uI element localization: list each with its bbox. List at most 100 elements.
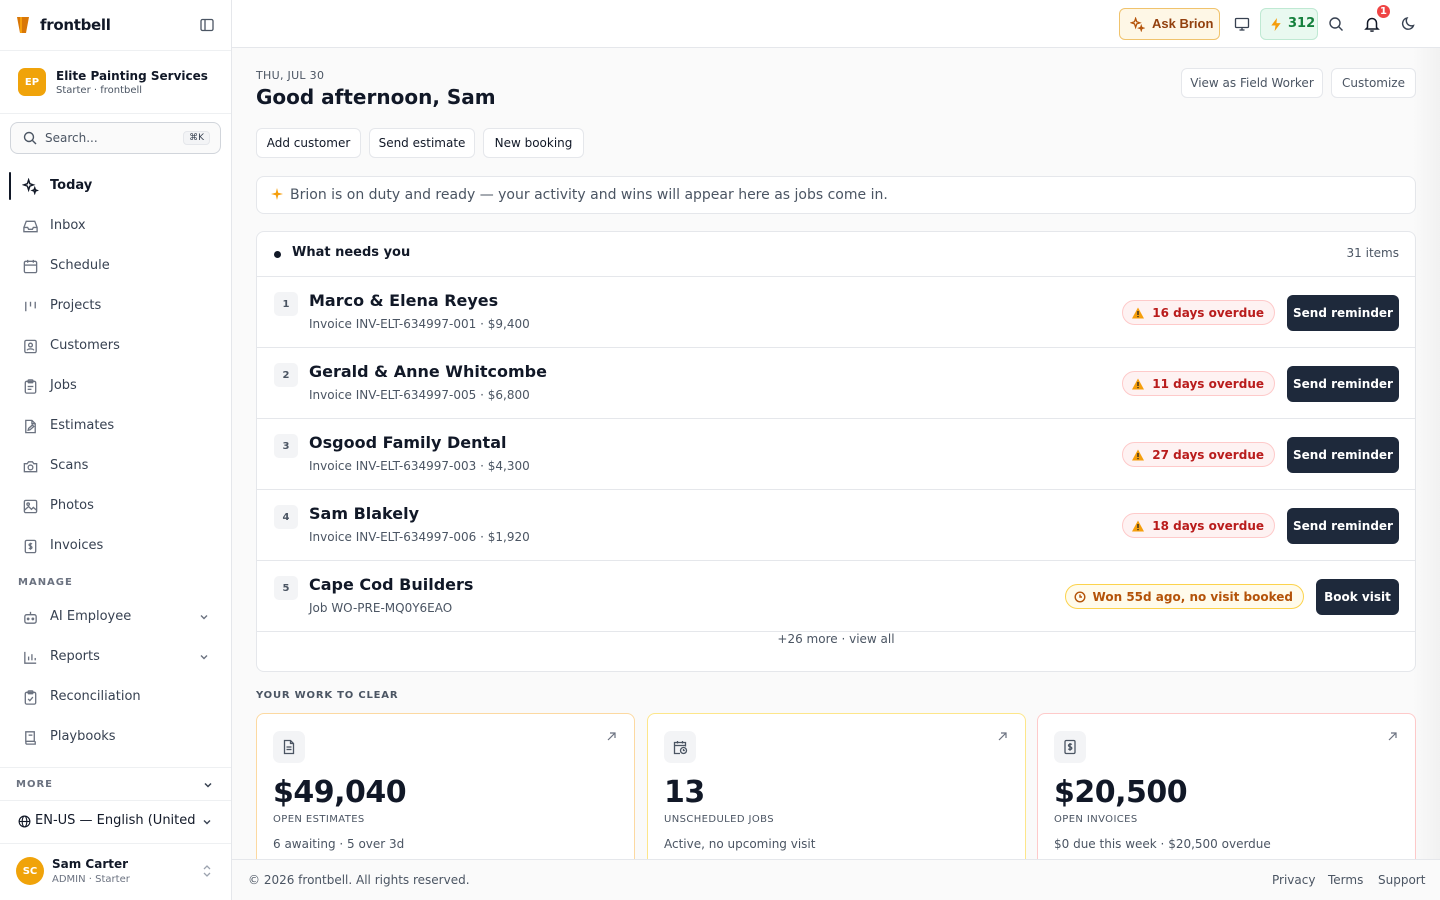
brand[interactable]: frontbell: [16, 14, 111, 36]
send-reminder-button[interactable]: Send reminder: [1287, 366, 1399, 402]
stat-description: 6 awaiting · 5 over 3d: [273, 837, 405, 851]
invoice-detail: Invoice INV-ELT-634997-006 · $1,920: [309, 530, 530, 544]
status-badge: 16 days overdue: [1122, 300, 1275, 325]
sidebar-item-inbox[interactable]: Inbox: [10, 210, 221, 242]
status-badge: 18 days overdue: [1122, 513, 1275, 538]
sidebar-item-customers[interactable]: Customers: [10, 330, 221, 362]
sidebar-item-today[interactable]: Today: [9, 170, 221, 202]
avatar: SC: [16, 857, 44, 885]
ask-brion-button[interactable]: Ask Brion: [1119, 8, 1220, 40]
status-text: 18 days overdue: [1152, 518, 1264, 533]
row-number: 2: [274, 363, 298, 387]
sidebar-item-scans[interactable]: Scans: [10, 450, 221, 482]
book-visit-button[interactable]: Book visit: [1316, 579, 1399, 615]
customer-name[interactable]: Marco & Elena Reyes: [309, 291, 498, 310]
arrow-up-right-icon: [607, 732, 616, 741]
org-switcher[interactable]: EP Elite Painting Services Starter · fro…: [0, 50, 231, 114]
warning-icon: [1132, 449, 1145, 460]
sidebar-item-label: Playbooks: [50, 729, 116, 744]
org-avatar: EP: [18, 68, 46, 96]
sidebar-item-projects[interactable]: Projects: [10, 290, 221, 322]
section-label-more: MORE: [16, 779, 53, 790]
sidebar-item-photos[interactable]: Photos: [10, 490, 221, 522]
search-box[interactable]: ⌘K: [10, 122, 221, 154]
customer-name[interactable]: Cape Cod Builders: [309, 575, 473, 594]
stat-value: $49,040: [273, 775, 407, 810]
send-estimate-button[interactable]: Send estimate: [369, 128, 475, 158]
terms-link[interactable]: Terms: [1328, 873, 1363, 887]
send-reminder-button[interactable]: Send reminder: [1287, 295, 1399, 331]
search-icon[interactable]: [1328, 16, 1344, 32]
brion-status-banner: Brion is on duty and ready — your activi…: [256, 176, 1416, 214]
send-reminder-button[interactable]: Send reminder: [1287, 437, 1399, 473]
page-title: Good afternoon, Sam: [256, 85, 496, 109]
sidebar: frontbell EP Elite Painting Services Sta…: [0, 0, 232, 900]
sidebar-item-label: Estimates: [50, 418, 115, 433]
customer-name[interactable]: Gerald & Anne Whitcombe: [309, 362, 547, 381]
support-link[interactable]: Support: [1378, 873, 1425, 887]
list-item[interactable]: 1 Marco & Elena Reyes Invoice INV-ELT-63…: [257, 277, 1415, 348]
list-item[interactable]: 4 Sam Blakely Invoice INV-ELT-634997-006…: [257, 490, 1415, 561]
language-select[interactable]: EN-US — English (United States): [10, 807, 221, 837]
sidebar-item-invoices[interactable]: Invoices: [10, 530, 221, 562]
sidebar-item-jobs[interactable]: Jobs: [10, 370, 221, 402]
user-menu[interactable]: SC Sam Carter ADMIN · Starter: [0, 843, 231, 900]
view-all-link[interactable]: +26 more · view all: [257, 632, 1415, 646]
credits-count: 312: [1288, 16, 1316, 31]
row-number: 3: [274, 434, 298, 458]
current-date: THU, JUL 30: [256, 69, 325, 82]
add-customer-button[interactable]: Add customer: [256, 128, 361, 158]
send-reminder-button[interactable]: Send reminder: [1287, 508, 1399, 544]
customer-name[interactable]: Sam Blakely: [309, 504, 419, 523]
open-estimates-card[interactable]: $49,040 OPEN ESTIMATES 6 awaiting · 5 ov…: [256, 713, 635, 873]
org-name: Elite Painting Services: [56, 69, 208, 83]
sidebar-item-label: Today: [50, 178, 93, 193]
sidebar-item-schedule[interactable]: Schedule: [10, 250, 221, 282]
list-item[interactable]: 5 Cape Cod Builders Job WO-PRE-MQ0Y6EAO …: [257, 561, 1415, 632]
status-badge: 11 days overdue: [1122, 371, 1275, 396]
job-detail: Job WO-PRE-MQ0Y6EAO: [309, 601, 453, 615]
clipboard-check-icon: [24, 690, 37, 705]
footer: © 2026 frontbell. All rights reserved. P…: [232, 859, 1440, 900]
customer-name[interactable]: Osgood Family Dental: [309, 433, 506, 452]
credits-badge[interactable]: 312: [1260, 8, 1318, 40]
sidebar-item-estimates[interactable]: Estimates: [10, 410, 221, 442]
sparkles-icon: [1130, 17, 1145, 32]
stat-icon-wrap: [273, 731, 305, 763]
org-plan: Starter · frontbell: [56, 85, 143, 96]
customize-button[interactable]: Customize: [1331, 68, 1416, 98]
sidebar-item-label: Scans: [50, 458, 89, 473]
monitor-icon[interactable]: [1234, 16, 1250, 32]
sidebar-item-playbooks[interactable]: Playbooks: [10, 721, 221, 753]
sidebar-item-label: Customers: [50, 338, 120, 353]
search-icon: [23, 131, 37, 145]
book-icon: [25, 731, 36, 745]
status-text: Won 55d ago, no visit booked: [1092, 589, 1293, 604]
row-number: 4: [274, 505, 298, 529]
lightning-icon: [1271, 17, 1281, 32]
calendar-clock-icon: [673, 741, 688, 755]
sidebar-collapse-icon[interactable]: [199, 17, 215, 33]
unscheduled-jobs-card[interactable]: 13 UNSCHEDULED JOBS Active, no upcoming …: [647, 713, 1026, 873]
moon-icon[interactable]: [1400, 16, 1416, 32]
stat-description: $0 due this week · $20,500 overdue: [1054, 837, 1271, 851]
privacy-link[interactable]: Privacy: [1272, 873, 1315, 887]
sidebar-item-reports[interactable]: Reports: [10, 641, 221, 673]
sidebar-item-ai-employee[interactable]: AI Employee: [10, 601, 221, 633]
invoice-detail: Invoice INV-ELT-634997-003 · $4,300: [309, 459, 530, 473]
new-booking-button[interactable]: New booking: [483, 128, 584, 158]
sidebar-item-label: Projects: [50, 298, 102, 313]
open-invoices-card[interactable]: $20,500 OPEN INVOICES $0 due this week ·…: [1037, 713, 1416, 873]
status-text: 11 days overdue: [1152, 376, 1264, 391]
list-item[interactable]: 2 Gerald & Anne Whitcombe Invoice INV-EL…: [257, 348, 1415, 419]
invoice-detail: Invoice INV-ELT-634997-001 · $9,400: [309, 317, 530, 331]
list-item[interactable]: 3 Osgood Family Dental Invoice INV-ELT-6…: [257, 419, 1415, 490]
status-text: 27 days overdue: [1152, 447, 1264, 462]
clipboard-icon: [24, 379, 37, 394]
sparkle-icon: [271, 188, 283, 200]
view-as-field-worker-button[interactable]: View as Field Worker: [1181, 68, 1323, 98]
stat-value: 13: [664, 775, 705, 810]
sidebar-item-reconciliation[interactable]: Reconciliation: [10, 681, 221, 713]
search-input[interactable]: [45, 131, 175, 145]
more-section-toggle[interactable]: MORE: [0, 767, 231, 801]
